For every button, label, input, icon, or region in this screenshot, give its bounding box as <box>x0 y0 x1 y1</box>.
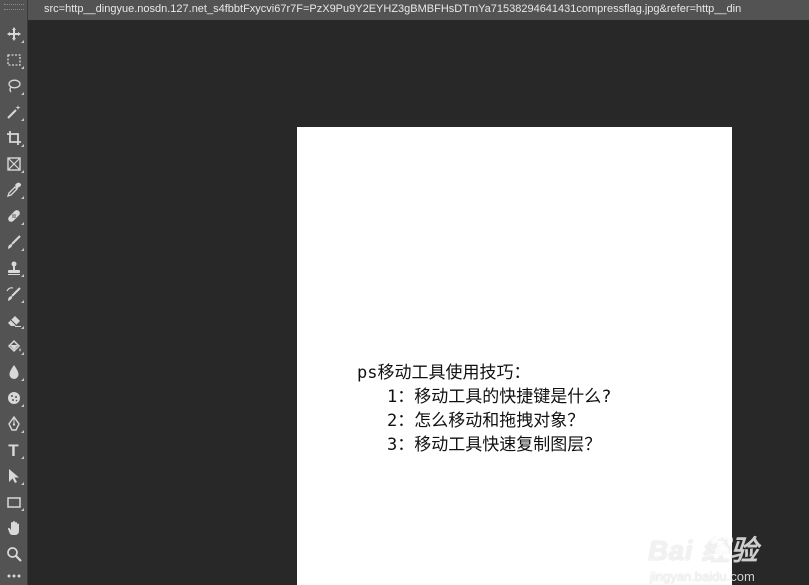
photoshop-window: T src=http__dingyue.nosdn.127.net_s4fbbt… <box>0 0 809 585</box>
document-tab-bar: src=http__dingyue.nosdn.127.net_s4fbbtFx… <box>28 0 809 21</box>
canvas-item-1: 1：移动工具的快捷键是什么? <box>387 387 612 407</box>
blur-drop-icon <box>8 365 19 379</box>
path-selection-icon <box>8 469 19 483</box>
baidu-watermark: Bai 经验 jingyan.baidu.com <box>648 529 798 585</box>
history-brush-icon <box>5 287 21 301</box>
blur-tool[interactable] <box>1 360 26 384</box>
paw-icon <box>711 531 733 556</box>
lasso-icon <box>7 79 21 93</box>
path-selection-tool[interactable] <box>1 464 26 488</box>
sponge-icon <box>7 392 20 404</box>
magic-wand-icon <box>6 105 20 119</box>
frame-icon <box>6 157 21 171</box>
watermark-logo: Bai 经验 <box>648 535 759 566</box>
canvas-item-3: 3：移动工具快速复制图层？ <box>387 435 602 455</box>
clone-stamp-tool[interactable] <box>1 256 26 280</box>
sponge-tool[interactable] <box>1 386 26 410</box>
hand-tool[interactable] <box>1 516 26 540</box>
more-icon <box>7 574 20 577</box>
watermark-url: jingyan.baidu.com <box>650 569 755 584</box>
stamp-icon <box>7 261 20 275</box>
canvas-item-2: 2：怎么移动和拖拽对象？ <box>387 411 585 431</box>
tools-panel-grip[interactable] <box>4 4 24 10</box>
crop-icon <box>6 131 21 145</box>
eyedropper-icon <box>6 182 21 198</box>
crop-tool[interactable] <box>1 126 26 150</box>
lasso-tool[interactable] <box>1 74 26 98</box>
paint-bucket-tool[interactable] <box>1 334 26 358</box>
zoom-icon <box>6 547 22 562</box>
pen-icon <box>7 416 20 431</box>
history-brush-tool[interactable] <box>1 282 26 306</box>
document-tab[interactable]: src=http__dingyue.nosdn.127.net_s4fbbtFx… <box>28 0 809 20</box>
rectangle-tool[interactable] <box>1 490 26 514</box>
pen-tool[interactable] <box>1 412 26 436</box>
eraser-tool[interactable] <box>1 308 26 332</box>
type-tool[interactable]: T <box>1 438 26 462</box>
rectangle-icon <box>6 497 21 508</box>
edit-toolbar-button[interactable] <box>1 566 26 585</box>
move-tool[interactable] <box>1 22 26 46</box>
canvas-heading: ps移动工具使用技巧： <box>357 363 531 383</box>
frame-tool[interactable] <box>1 152 26 176</box>
rectangular-marquee-icon <box>6 54 21 66</box>
paint-bucket-icon <box>7 339 21 353</box>
move-icon <box>6 27 21 41</box>
magic-wand-tool[interactable] <box>1 100 26 124</box>
zoom-tool[interactable] <box>1 542 26 566</box>
tools-panel: T <box>0 0 28 585</box>
eyedropper-tool[interactable] <box>1 178 26 202</box>
document-canvas[interactable]: ps移动工具使用技巧： 1：移动工具的快捷键是什么? 2：怎么移动和拖拽对象？ … <box>297 127 732 585</box>
type-icon: T <box>8 440 19 460</box>
hand-icon <box>7 521 19 535</box>
eraser-icon <box>7 316 21 327</box>
bandage-icon <box>7 210 20 222</box>
canvas-text-layer: ps移动工具使用技巧： 1：移动工具的快捷键是什么? 2：怎么移动和拖拽对象？ … <box>357 361 611 457</box>
brush-icon <box>7 235 21 249</box>
healing-brush-tool[interactable] <box>1 204 26 228</box>
workspace-pasteboard[interactable]: ps移动工具使用技巧： 1：移动工具的快捷键是什么? 2：怎么移动和拖拽对象？ … <box>28 21 809 585</box>
document-tab-title: src=http__dingyue.nosdn.127.net_s4fbbtFx… <box>44 3 742 15</box>
marquee-tool[interactable] <box>1 48 26 72</box>
brush-tool[interactable] <box>1 230 26 254</box>
